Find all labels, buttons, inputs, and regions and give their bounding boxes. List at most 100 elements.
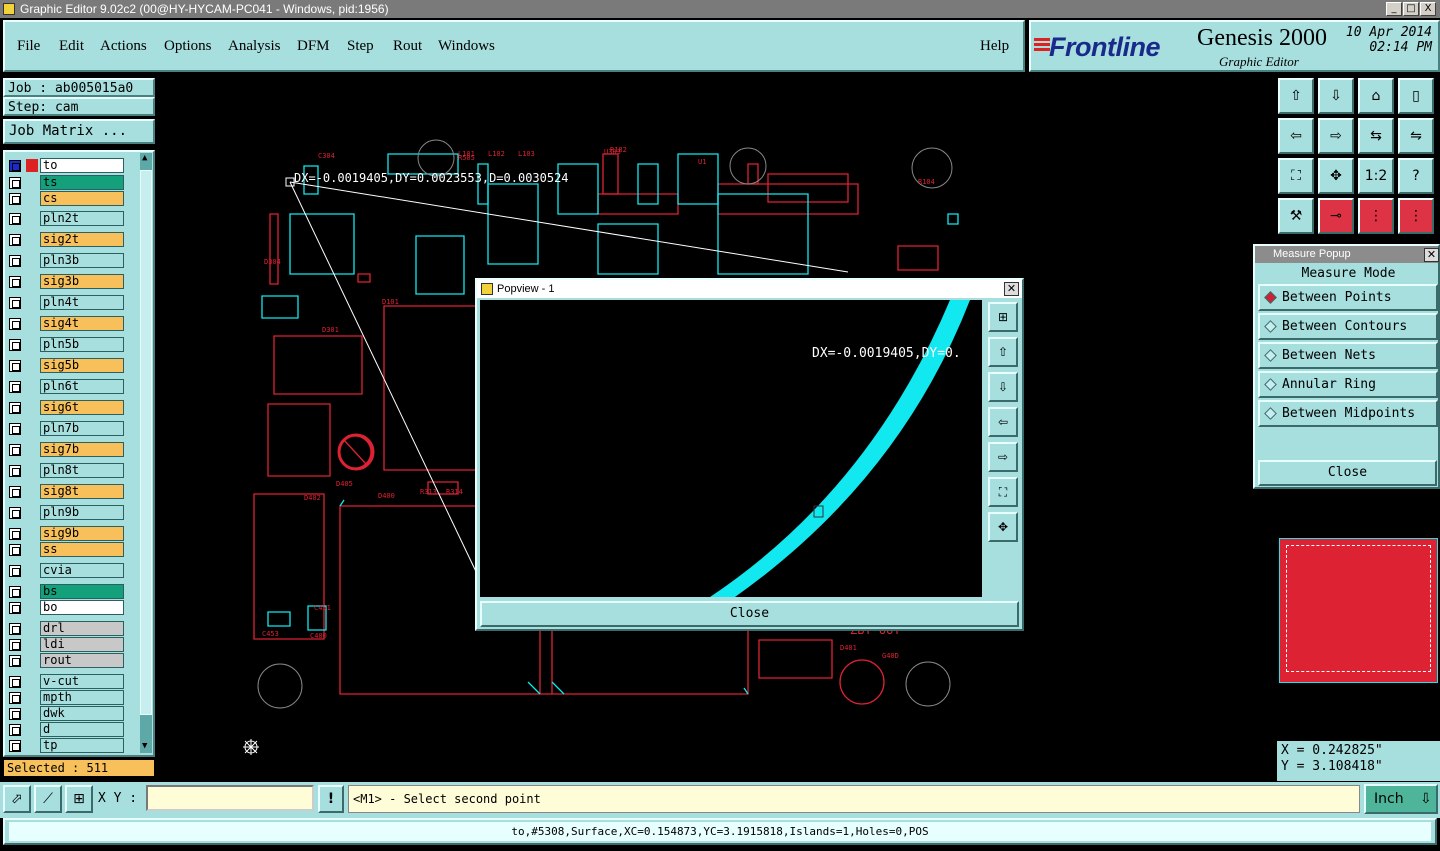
menu-analysis[interactable]: Analysis: [228, 38, 281, 55]
help-icon[interactable]: ?: [1398, 158, 1434, 194]
layer-checkbox[interactable]: [9, 381, 21, 393]
layer-name[interactable]: sig3b: [40, 274, 124, 289]
pan-up-icon[interactable]: ⇧: [988, 337, 1018, 367]
menu-windows[interactable]: Windows: [438, 38, 495, 55]
layer-name[interactable]: ss: [40, 542, 124, 557]
popview-close-button[interactable]: Close: [480, 601, 1019, 627]
layer-row-pln3b[interactable]: pln3b: [7, 253, 125, 268]
layer-name[interactable]: sig7b: [40, 442, 124, 457]
measure-option[interactable]: Between Points: [1258, 284, 1438, 311]
layer-name[interactable]: drl: [40, 621, 124, 636]
warning-button[interactable]: !: [318, 785, 344, 813]
grid-icon[interactable]: ⊞: [65, 785, 93, 813]
layer-name[interactable]: sig6t: [40, 400, 124, 415]
layer-row-v-cut[interactable]: v-cut: [7, 674, 125, 689]
layer-row-pln8t[interactable]: pln8t: [7, 463, 125, 478]
layer-name[interactable]: rout: [40, 653, 124, 668]
measure-option[interactable]: Annular Ring: [1258, 371, 1438, 398]
xy-input[interactable]: [146, 785, 314, 811]
layer-checkbox[interactable]: [9, 602, 21, 614]
menu-step[interactable]: Step: [347, 38, 374, 55]
menu-options[interactable]: Options: [164, 38, 212, 55]
layer-name[interactable]: sig8t: [40, 484, 124, 499]
layer-row-sig6t[interactable]: sig6t: [7, 400, 125, 415]
layer-checkbox[interactable]: [9, 402, 21, 414]
menu-actions[interactable]: Actions: [100, 38, 147, 55]
zoom-box-icon[interactable]: ⊞: [988, 302, 1018, 332]
layer-row-ts[interactable]: ts: [7, 175, 125, 190]
layer-row-ldi[interactable]: ldi: [7, 637, 125, 652]
layer-name[interactable]: pln8t: [40, 463, 124, 478]
layer-row-d[interactable]: d: [7, 722, 125, 737]
layer-checkbox[interactable]: [9, 486, 21, 498]
measure-option[interactable]: Between Midpoints: [1258, 400, 1438, 427]
layer-row-sig8t[interactable]: sig8t: [7, 484, 125, 499]
house-icon[interactable]: ⌂: [1358, 78, 1394, 114]
layer-row-pln6t[interactable]: pln6t: [7, 379, 125, 394]
scroll-down-icon[interactable]: ▼: [142, 741, 147, 751]
layer-row-drl[interactable]: drl: [7, 621, 125, 636]
layer-row-sig5b[interactable]: sig5b: [7, 358, 125, 373]
layer-checkbox[interactable]: [9, 639, 21, 651]
layer-row-dwk[interactable]: dwk: [7, 706, 125, 721]
pan-left-icon[interactable]: ⇦: [988, 407, 1018, 437]
layer-scrollbar-thumb[interactable]: [140, 170, 152, 715]
layer-name[interactable]: v-cut: [40, 674, 124, 689]
layer-checkbox[interactable]: [9, 213, 21, 225]
layer-name[interactable]: pln9b: [40, 505, 124, 520]
layer-checkbox[interactable]: [9, 507, 21, 519]
layer-checkbox[interactable]: [9, 276, 21, 288]
layer-name[interactable]: pln2t: [40, 211, 124, 226]
layer-name[interactable]: bo: [40, 600, 124, 615]
layer-checkbox[interactable]: [9, 360, 21, 372]
pan-left-icon[interactable]: ⇦: [1278, 118, 1314, 154]
layer-checkbox[interactable]: [9, 692, 21, 704]
layer-name[interactable]: ts: [40, 175, 124, 190]
layer-row-ss[interactable]: ss: [7, 542, 125, 557]
layer-checkbox[interactable]: [9, 444, 21, 456]
maximize-button[interactable]: □: [1403, 2, 1419, 16]
layer-row-sig3b[interactable]: sig3b: [7, 274, 125, 289]
layer-row-bs[interactable]: bs: [7, 584, 125, 599]
minimize-button[interactable]: _: [1386, 2, 1402, 16]
measure-option[interactable]: Between Nets: [1258, 342, 1438, 369]
layer-checkbox[interactable]: [9, 544, 21, 556]
layer-row-mpth[interactable]: mpth: [7, 690, 125, 705]
layer-row-rout[interactable]: rout: [7, 653, 125, 668]
zoom-home-icon[interactable]: ✥: [988, 512, 1018, 542]
layer-name[interactable]: d: [40, 722, 124, 737]
scroll-up-icon[interactable]: ▲: [142, 153, 147, 163]
layer-checkbox[interactable]: [9, 565, 21, 577]
pan-right-icon[interactable]: ⇨: [988, 442, 1018, 472]
measure-icon[interactable]: ⟋: [34, 785, 62, 813]
units-selector[interactable]: Inch ⇩: [1364, 784, 1438, 814]
pan-fit-icon[interactable]: ⇆: [1358, 118, 1394, 154]
tools-icon[interactable]: ⚒: [1278, 198, 1314, 234]
home-up-icon[interactable]: ⇧: [1278, 78, 1314, 114]
layer-name[interactable]: pln6t: [40, 379, 124, 394]
layer-row-tp[interactable]: tp: [7, 738, 125, 753]
layer-name[interactable]: tp: [40, 738, 124, 753]
layer-checkbox[interactable]: [9, 234, 21, 246]
layer-checkbox[interactable]: [9, 740, 21, 752]
layer-name[interactable]: bs: [40, 584, 124, 599]
layer-checkbox[interactable]: [9, 255, 21, 267]
select-arrow-icon[interactable]: ⬀: [3, 785, 31, 813]
menu-edit[interactable]: Edit: [59, 38, 84, 55]
measure-option[interactable]: Between Contours: [1258, 313, 1438, 340]
pan-arrows-icon[interactable]: ⇋: [1398, 118, 1434, 154]
net-layers-icon[interactable]: ⋮: [1358, 198, 1394, 234]
net-layers-red-icon[interactable]: ⋮: [1398, 198, 1434, 234]
mini-map[interactable]: [1279, 538, 1438, 683]
ratio-icon[interactable]: 1:2: [1358, 158, 1394, 194]
layer-row-bo[interactable]: bo: [7, 600, 125, 615]
job-matrix-button[interactable]: Job Matrix ...: [3, 119, 155, 144]
layer-name[interactable]: pln3b: [40, 253, 124, 268]
layer-checkbox[interactable]: [9, 177, 21, 189]
layer-checkbox[interactable]: [9, 465, 21, 477]
popview-close-icon[interactable]: ✕: [1004, 282, 1019, 296]
layer-checkbox[interactable]: [9, 655, 21, 667]
layer-row-sig9b[interactable]: sig9b: [7, 526, 125, 541]
layer-name[interactable]: sig5b: [40, 358, 124, 373]
layer-checkbox[interactable]: [9, 318, 21, 330]
